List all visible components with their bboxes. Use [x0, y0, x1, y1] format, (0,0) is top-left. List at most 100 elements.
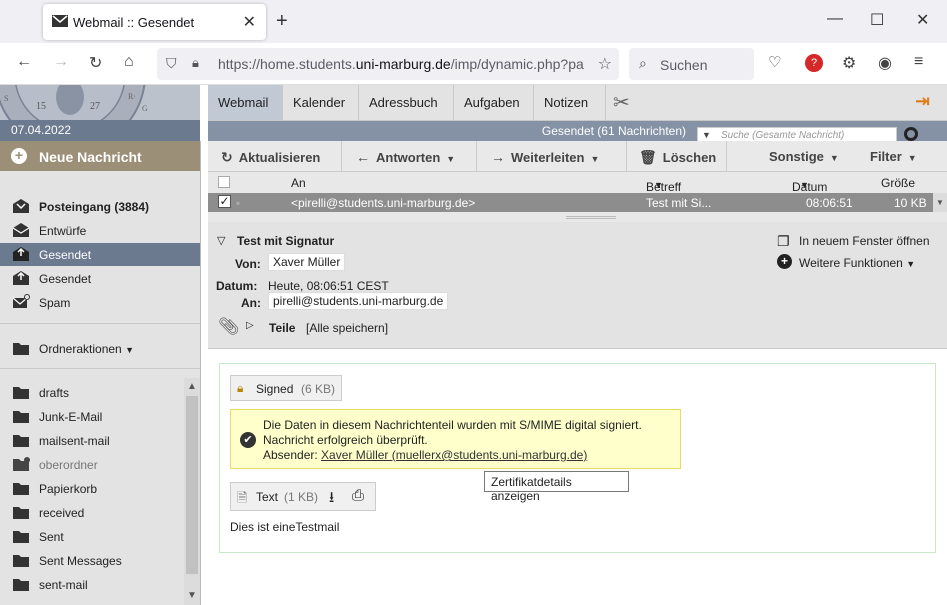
tab-adressbuch[interactable]: Adressbuch: [359, 85, 454, 120]
search-icon[interactable]: [904, 127, 918, 141]
scroll-up-icon[interactable]: ▲: [187, 381, 197, 392]
text-part-chip[interactable]: 🗎 Text (1 KB) ⭳ ⎙: [230, 482, 376, 511]
quicksearch-placeholder: Suche (Gesamte Nachricht): [721, 130, 845, 141]
home-icon[interactable]: ⌂: [124, 53, 134, 71]
signed-part-chip[interactable]: 🔒︎ Signed (6 KB): [230, 375, 342, 401]
maximize-button[interactable]: ☐: [870, 10, 884, 30]
new-tab-button[interactable]: +: [276, 10, 288, 33]
mailbox-title: Gesendet (61 Nachrichten): [541, 124, 686, 138]
mail-icon: [52, 15, 68, 27]
forward-icon[interactable]: →: [53, 53, 69, 71]
tools-icon[interactable]: ✂: [613, 90, 630, 115]
search-scope-dropdown-icon[interactable]: ▼: [702, 130, 711, 140]
select-all-checkbox[interactable]: [218, 176, 230, 188]
tab-webmail[interactable]: Webmail: [208, 85, 283, 120]
pane-splitter[interactable]: [208, 212, 947, 222]
save-all-link[interactable]: [Alle speichern]: [306, 321, 388, 335]
folder-icon: [13, 579, 29, 591]
folder-drafts[interactable]: Entwürfe: [0, 219, 200, 242]
tab-title: Webmail :: Gesendet: [73, 15, 195, 30]
reload-icon[interactable]: ↻: [89, 53, 102, 73]
subfolder-item[interactable]: Papierkorb: [0, 477, 200, 500]
close-window-button[interactable]: ✕: [916, 10, 929, 30]
column-size[interactable]: Größe: [881, 176, 915, 190]
refresh-button[interactable]: ↻ Aktualisieren: [221, 141, 342, 171]
folder-label: drafts: [39, 386, 70, 400]
mail-toolbar: ↻ Aktualisieren ← Antworten ▼ → Weiterleiten…: [208, 141, 947, 172]
close-tab-icon[interactable]: ✕: [243, 12, 256, 32]
subfolder-item[interactable]: Junk-E-Mail: [0, 405, 200, 428]
subfolder-item[interactable]: received: [0, 501, 200, 524]
scroll-thumb[interactable]: [186, 396, 198, 574]
university-logo[interactable]: 15 27 S R· G: [0, 85, 200, 120]
subfolder-item[interactable]: mailsent-mail: [0, 429, 200, 452]
tab-kalender[interactable]: Kalender: [283, 85, 359, 120]
column-to[interactable]: An: [291, 176, 306, 190]
mailbox-header: Gesendet (61 Nachrichten) ▼ Suche (Gesam…: [208, 121, 947, 143]
folder-sent-active[interactable]: Gesendet: [0, 243, 200, 266]
folder-actions[interactable]: Ordneraktionen ▼: [0, 337, 200, 360]
subfolder-item[interactable]: sent-mail: [0, 573, 200, 596]
plus-circle-icon: +: [777, 254, 792, 269]
smime-notice: ✔ Die Daten in diesem Nachrichtenteil wu…: [230, 409, 681, 469]
sidebar: + Neue Nachricht Posteingang (3884) Entw…: [0, 141, 201, 605]
certificate-link[interactable]: Xaver Müller (muellerx@students.uni-marb…: [321, 448, 587, 462]
message-row-selected[interactable]: ✓ ▪ <pirelli@students.uni-marburg.de> Te…: [208, 193, 933, 212]
reply-button[interactable]: ← Antworten ▼: [356, 141, 477, 171]
subfolder-item[interactable]: oberordner: [0, 453, 200, 476]
bookmark-star-icon[interactable]: ☆: [598, 54, 612, 74]
from-value[interactable]: Xaver Müller: [268, 253, 346, 271]
lock-icon[interactable]: 🔒︎: [192, 55, 199, 71]
folder-scrollbar[interactable]: ▲ ▼: [184, 378, 200, 605]
browser-tabbar: Webmail :: Gesendet ✕ + — ☐ ✕: [0, 0, 947, 43]
minimize-button[interactable]: —: [827, 10, 843, 28]
menu-icon[interactable]: ≡: [914, 53, 923, 71]
forward-button[interactable]: → Weiterleiten ▼: [491, 141, 627, 171]
folder-sent[interactable]: Gesendet: [0, 267, 200, 290]
print-icon[interactable]: ⎙: [352, 487, 364, 504]
reply-arrow-icon: ←: [356, 149, 370, 165]
folder-spam[interactable]: Spam: [0, 291, 200, 314]
shield-icon[interactable]: ⛉: [166, 55, 177, 72]
pocket-icon[interactable]: ♡: [768, 53, 781, 71]
open-new-window-link[interactable]: In neuem Fenster öffnen: [799, 234, 930, 248]
message-subject: Test mit Signatur: [237, 234, 335, 248]
extension-globe-icon[interactable]: ◉: [878, 53, 892, 73]
more-functions-button[interactable]: Weitere Funktionen ▼: [799, 256, 915, 270]
smime-text: Die Daten in diesem Nachrichtenteil wurd…: [263, 418, 642, 432]
new-message-button[interactable]: + Neue Nachricht: [0, 141, 200, 171]
to-label: An:: [241, 296, 261, 310]
collapse-headers-icon[interactable]: ▽: [217, 234, 225, 247]
delete-button[interactable]: 🗑︎ Löschen: [639, 141, 727, 171]
subfolder-item[interactable]: Sent Messages: [0, 549, 200, 572]
expand-parts-icon[interactable]: ▷: [246, 320, 254, 331]
folder-icon: [13, 387, 29, 399]
other-button[interactable]: Sonstige ▼: [769, 141, 849, 171]
subfolder-item[interactable]: Sent: [0, 525, 200, 548]
browser-tab[interactable]: Webmail :: Gesendet ✕: [43, 4, 266, 40]
paperclip-icon: 📎︎: [218, 317, 240, 336]
scroll-down-icon[interactable]: ▼: [187, 590, 197, 601]
extension-icon[interactable]: ?: [805, 54, 823, 72]
divider: [0, 368, 200, 369]
to-value[interactable]: pirelli@students.uni-marburg.de: [268, 292, 449, 310]
splitter-grip[interactable]: [566, 216, 616, 219]
folder-inbox[interactable]: Posteingang (3884): [0, 195, 200, 218]
browser-search-box[interactable]: ⌕ Suchen: [629, 48, 754, 80]
subfolder-item[interactable]: drafts: [0, 381, 200, 404]
browser-navbar: ← → ↻ ⌂ ⛉ 🔒︎ https://home.students.uni-m…: [0, 43, 947, 85]
filter-button[interactable]: Filter ▼: [870, 141, 930, 171]
logout-icon[interactable]: ⇥: [915, 91, 930, 112]
row-checkbox[interactable]: ✓: [218, 195, 231, 208]
signed-part-size: (6 KB): [301, 382, 336, 396]
message-body-text: Dies ist eineTestmail: [230, 520, 340, 534]
date-label: Datum:: [216, 279, 258, 293]
back-icon[interactable]: ←: [16, 53, 32, 71]
list-scroll-down-icon[interactable]: ▼: [933, 193, 947, 212]
tab-aufgaben[interactable]: Aufgaben: [454, 85, 534, 120]
folder-plus-icon: [13, 457, 30, 471]
extension-gear-icon[interactable]: ⚙: [842, 53, 856, 73]
download-icon[interactable]: ⭳: [329, 487, 334, 512]
tab-notizen[interactable]: Notizen: [534, 85, 606, 120]
url-bar[interactable]: ⛉ 🔒︎ https://home.students.uni-marburg.d…: [157, 48, 619, 80]
